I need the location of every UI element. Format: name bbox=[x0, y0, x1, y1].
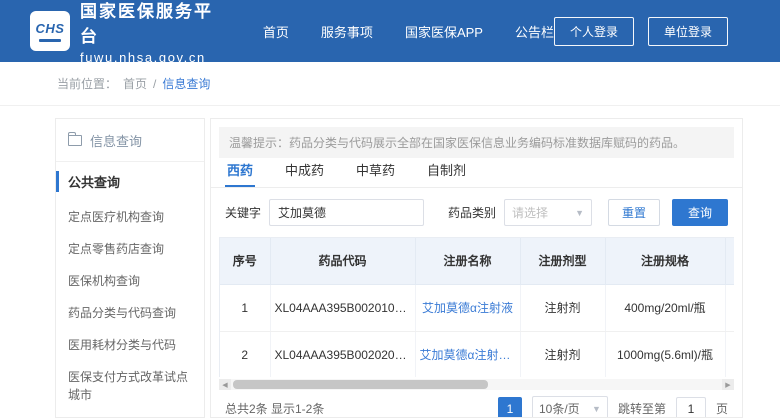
personal-login-button[interactable]: 个人登录 bbox=[554, 17, 634, 46]
sidebar-section-public-query[interactable]: 公共查询 bbox=[56, 162, 204, 201]
keyword-input[interactable] bbox=[269, 199, 424, 226]
nav-item-home[interactable]: 首页 bbox=[263, 22, 289, 41]
breadcrumb-current: 信息查询 bbox=[162, 75, 210, 92]
results-table-container: 序号 药品代码 注册名称 注册剂型 注册规格 药品本位码 1 XL04AAA39… bbox=[219, 237, 734, 377]
chevron-down-icon: ▼ bbox=[575, 208, 584, 218]
scrollbar-track[interactable] bbox=[231, 379, 722, 390]
cell-clipped bbox=[725, 331, 734, 377]
cell-clipped bbox=[725, 284, 734, 331]
jump-suffix: 页 bbox=[716, 400, 728, 417]
col-header-drug-code: 药品代码 bbox=[270, 238, 415, 284]
page-size-value: 10条/页 bbox=[539, 400, 580, 417]
chs-logo: CHS bbox=[30, 11, 70, 51]
jump-label: 跳转至第 bbox=[618, 400, 666, 417]
col-header-clipped: 药品本位码 bbox=[725, 238, 734, 284]
query-button[interactable]: 查询 bbox=[672, 199, 728, 226]
unit-login-button[interactable]: 单位登录 bbox=[648, 17, 728, 46]
notice-bar: 温馨提示：药品分类与代码展示全部在国家医保信息业务编码标准数据库赋码的药品。 bbox=[219, 127, 734, 158]
reset-button[interactable]: 重置 bbox=[608, 199, 660, 226]
table-header-row: 序号 药品代码 注册名称 注册剂型 注册规格 药品本位码 bbox=[220, 238, 734, 284]
cell-index: 1 bbox=[220, 284, 270, 331]
cell-registered-name[interactable]: 艾加莫德α注射液 bbox=[415, 284, 520, 331]
chs-logo-text: CHS bbox=[36, 21, 65, 36]
nav-item-announcements[interactable]: 公告栏 bbox=[515, 22, 554, 41]
sidebar-item-negotiated-drug-orgs[interactable]: 国家谈判药品配备机构查询 bbox=[56, 411, 204, 418]
cell-drug-code: XL04AAA395B0020201... bbox=[270, 331, 415, 377]
chevron-down-icon: ▼ bbox=[592, 404, 601, 414]
cell-specification: 1000mg(5.6ml)/瓶 bbox=[605, 331, 725, 377]
table-row: 1 XL04AAA395B0020101... 艾加莫德α注射液 注射剂 400… bbox=[220, 284, 734, 331]
nav-item-services[interactable]: 服务事项 bbox=[321, 22, 373, 41]
site-title: 国家医保服务平台 bbox=[80, 0, 227, 47]
notice-label: 温馨提示： bbox=[229, 136, 289, 150]
breadcrumb: 当前位置： 首页 / 信息查询 bbox=[0, 62, 780, 106]
main-nav: 首页 服务事项 国家医保APP 公告栏 bbox=[263, 22, 554, 41]
main-panel: 温馨提示：药品分类与代码展示全部在国家医保信息业务编码标准数据库赋码的药品。 西… bbox=[210, 118, 743, 418]
jump-page-input[interactable] bbox=[676, 397, 706, 418]
sidebar-item-designated-pharmacies[interactable]: 定点零售药店查询 bbox=[56, 233, 204, 265]
tab-self-prepared[interactable]: 自制剂 bbox=[425, 160, 468, 187]
top-header: CHS 国家医保服务平台 fuwu.nhsa.gov.cn 首页 服务事项 国家… bbox=[0, 0, 780, 62]
sidebar-header[interactable]: 信息查询 bbox=[56, 119, 204, 162]
tab-chinese-patent-medicine[interactable]: 中成药 bbox=[283, 160, 326, 187]
sidebar-item-consumables-codes[interactable]: 医用耗材分类与代码 bbox=[56, 329, 204, 361]
page-size-select[interactable]: 10条/页 ▼ bbox=[532, 396, 608, 418]
pagination-controls: 1 10条/页 ▼ 跳转至第 页 bbox=[498, 396, 728, 418]
category-select-value: 请选择 bbox=[512, 204, 548, 221]
scroll-left-icon[interactable]: ◀ bbox=[219, 379, 231, 390]
pagination-total: 总共2条 显示1-2条 bbox=[225, 400, 324, 417]
cell-specification: 400mg/20ml/瓶 bbox=[605, 284, 725, 331]
cell-drug-code: XL04AAA395B0020101... bbox=[270, 284, 415, 331]
drug-category-tabs: 西药 中成药 中草药 自制剂 bbox=[211, 158, 742, 188]
notice-text: 药品分类与代码展示全部在国家医保信息业务编码标准数据库赋码的药品。 bbox=[289, 136, 685, 150]
sidebar: 信息查询 公共查询 定点医疗机构查询 定点零售药店查询 医保机构查询 药品分类与… bbox=[55, 118, 205, 418]
breadcrumb-label: 当前位置： bbox=[57, 75, 117, 92]
tab-chinese-herbal-medicine[interactable]: 中草药 bbox=[354, 160, 397, 187]
results-table: 序号 药品代码 注册名称 注册剂型 注册规格 药品本位码 1 XL04AAA39… bbox=[220, 238, 734, 377]
col-header-registered-name: 注册名称 bbox=[415, 238, 520, 284]
cell-registered-name[interactable]: 艾加莫德α注射液(... bbox=[415, 331, 520, 377]
sidebar-header-label: 信息查询 bbox=[90, 131, 142, 150]
nav-item-app[interactable]: 国家医保APP bbox=[405, 22, 483, 41]
category-label: 药品类别 bbox=[448, 204, 496, 221]
brand-block: 国家医保服务平台 fuwu.nhsa.gov.cn bbox=[80, 0, 227, 65]
horizontal-scrollbar: ◀ ▶ bbox=[219, 379, 734, 390]
sidebar-item-drug-code-query[interactable]: 药品分类与代码查询 bbox=[56, 297, 204, 329]
tab-western-medicine[interactable]: 西药 bbox=[225, 160, 255, 187]
breadcrumb-separator: / bbox=[153, 77, 156, 91]
search-toolbar: 关键字 药品类别 请选择 ▼ 重置 查询 bbox=[211, 188, 742, 237]
login-buttons: 个人登录 单位登录 bbox=[554, 17, 728, 46]
cell-dosage-form: 注射剂 bbox=[520, 284, 605, 331]
col-header-specification: 注册规格 bbox=[605, 238, 725, 284]
col-header-dosage-form: 注册剂型 bbox=[520, 238, 605, 284]
scrollbar-thumb[interactable] bbox=[233, 380, 488, 389]
pagination-bar: 总共2条 显示1-2条 1 10条/页 ▼ 跳转至第 页 bbox=[211, 390, 742, 418]
cell-dosage-form: 注射剂 bbox=[520, 331, 605, 377]
col-header-index: 序号 bbox=[220, 238, 270, 284]
scroll-right-icon[interactable]: ▶ bbox=[722, 379, 734, 390]
folder-icon bbox=[68, 135, 82, 146]
category-select[interactable]: 请选择 ▼ bbox=[504, 199, 592, 226]
sidebar-item-insurance-orgs[interactable]: 医保机构查询 bbox=[56, 265, 204, 297]
keyword-label: 关键字 bbox=[225, 204, 261, 221]
breadcrumb-home[interactable]: 首页 bbox=[123, 75, 147, 92]
sidebar-item-payment-reform-cities[interactable]: 医保支付方式改革试点城市 bbox=[56, 361, 204, 411]
sidebar-item-designated-medical-orgs[interactable]: 定点医疗机构查询 bbox=[56, 201, 204, 233]
cell-index: 2 bbox=[220, 331, 270, 377]
table-row: 2 XL04AAA395B0020201... 艾加莫德α注射液(... 注射剂… bbox=[220, 331, 734, 377]
chs-logo-decoration bbox=[39, 39, 61, 42]
page-number-button[interactable]: 1 bbox=[498, 397, 522, 418]
